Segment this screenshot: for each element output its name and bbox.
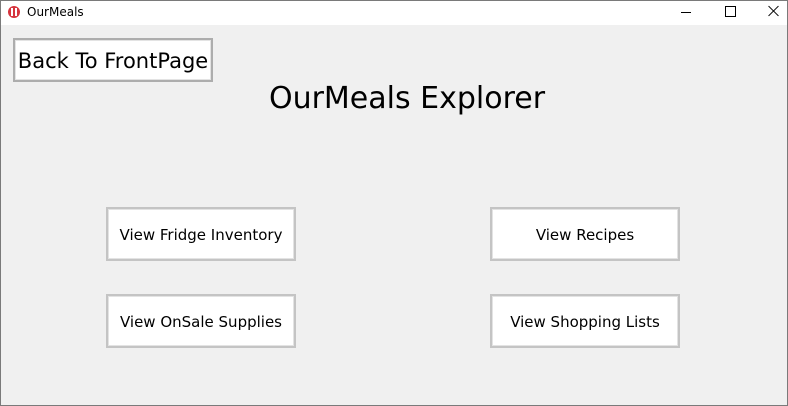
close-icon — [768, 5, 780, 17]
view-shopping-lists-button[interactable]: View Shopping Lists — [490, 294, 680, 348]
window-title: OurMeals — [27, 5, 84, 19]
close-button[interactable] — [751, 1, 788, 23]
back-to-frontpage-button[interactable]: Back To FrontPage — [13, 38, 213, 82]
view-onsale-supplies-button[interactable]: View OnSale Supplies — [106, 294, 296, 348]
maximize-button[interactable] — [707, 1, 753, 23]
app-window: OurMeals Back To FrontPage OurMeals Expl… — [0, 0, 788, 406]
view-recipes-button[interactable]: View Recipes — [490, 207, 680, 261]
maximize-icon — [725, 6, 736, 17]
minimize-icon — [681, 12, 691, 13]
app-logo-icon — [8, 6, 20, 18]
title-bar[interactable]: OurMeals — [1, 1, 787, 25]
view-fridge-inventory-button[interactable]: View Fridge Inventory — [106, 207, 296, 261]
page-title: OurMeals Explorer — [268, 81, 546, 116]
minimize-button[interactable] — [663, 1, 709, 23]
